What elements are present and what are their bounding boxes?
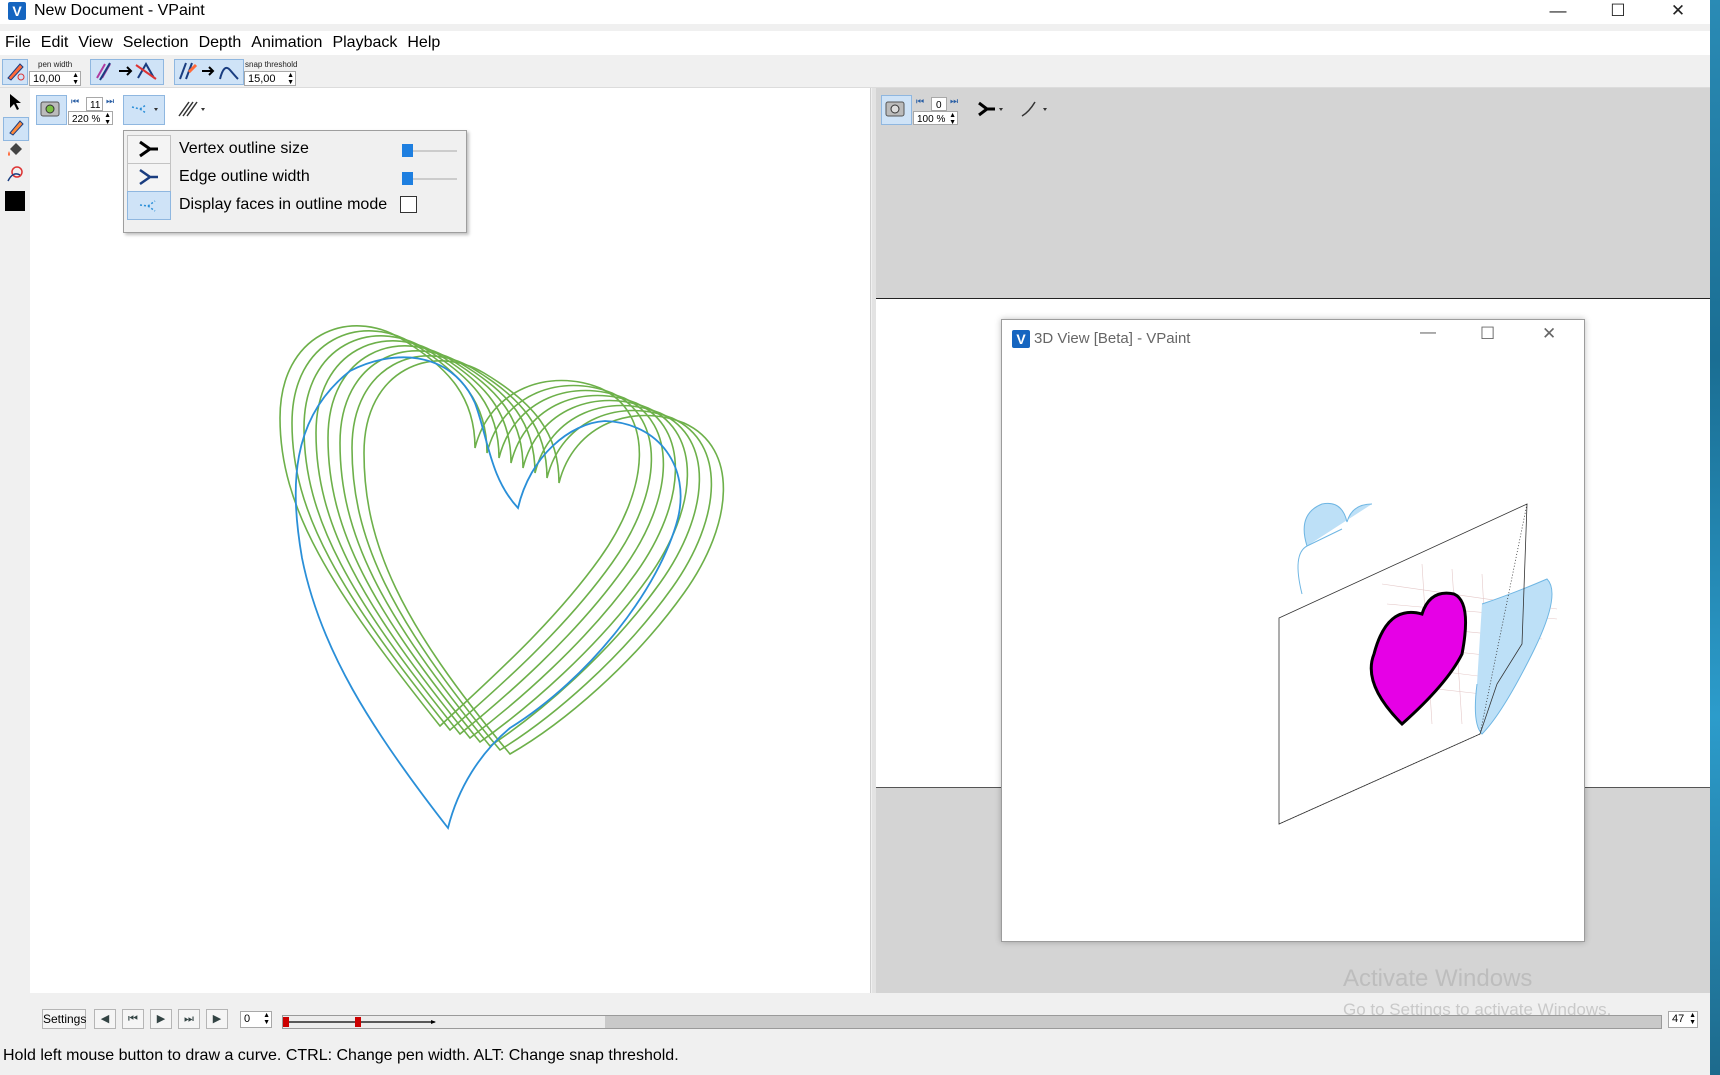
activate-windows-watermark: Activate Windows: [1343, 965, 1533, 992]
vertex-outline-size-thumb[interactable]: [402, 144, 413, 157]
3d-maximize-icon[interactable]: ☐: [1480, 324, 1495, 344]
tool-strip: [0, 88, 30, 993]
display-faces-outline-label: Display faces in outline mode: [179, 196, 388, 213]
menu-bar: File Edit View Selection Depth Animation Playb…: [0, 31, 1710, 55]
menu-depth[interactable]: Depth: [194, 31, 247, 55]
convert-to-tool-button[interactable]: [90, 59, 164, 85]
next-frame-button[interactable]: ⏭: [178, 1009, 200, 1029]
right-next-frame-icon[interactable]: ⏭: [950, 96, 958, 107]
window-title: New Document - VPaint: [34, 2, 205, 19]
pen-width-value: 10,00: [33, 73, 61, 85]
desktop-background: [1710, 0, 1720, 1075]
frame-keys: [283, 1017, 436, 1027]
right-frame-spinbox[interactable]: 0: [931, 97, 947, 111]
paint-bucket-icon[interactable]: [3, 141, 27, 163]
current-frame-value: 0: [244, 1013, 251, 1025]
end-frame-value: 47: [1672, 1013, 1685, 1025]
right-prev-frame-icon[interactable]: ⏮: [916, 96, 924, 107]
pen-width-label: pen width: [38, 60, 73, 69]
right-zoom-spinbox[interactable]: 100 % ▲ ▼: [913, 111, 958, 126]
vertex-outline-size-slider[interactable]: [402, 144, 457, 157]
vertex-outline-size-row: Vertex outline size: [127, 134, 462, 164]
3d-view-window: V 3D View [Beta] - VPaint — ☐ ✕: [1001, 319, 1585, 942]
3d-window-logo-icon: V: [1012, 330, 1030, 348]
menu-selection[interactable]: Selection: [118, 31, 194, 55]
menu-edit[interactable]: Edit: [36, 31, 74, 55]
vertex-outline-size-label: Vertex outline size: [179, 140, 309, 157]
edge-outline-width-row: Edge outline width: [127, 162, 462, 192]
3d-scene: [1278, 502, 1558, 825]
first-frame-button[interactable]: ◀: [94, 1009, 116, 1029]
activate-windows-subtext: Go to Settings to activate Windows.: [1343, 1000, 1612, 1019]
display-faces-outline-row: Display faces in outline mode: [127, 190, 462, 220]
sketch-tool-icon[interactable]: [3, 117, 29, 141]
snap-threshold-label: snap threshold: [245, 60, 298, 69]
pen-width-spinbox[interactable]: 10,00 ▲ ▼: [29, 71, 81, 86]
right-onion-skin-dropdown[interactable]: [1016, 95, 1054, 125]
menu-view[interactable]: View: [73, 31, 117, 55]
display-faces-outline-checkbox[interactable]: [400, 196, 417, 213]
timeline-settings-button[interactable]: Settings: [42, 1009, 86, 1029]
status-bar: Hold left mouse button to draw a curve. …: [0, 1045, 1710, 1071]
vertex-outline-icon: [127, 135, 171, 164]
maximize-icon[interactable]: ☐: [1588, 0, 1648, 24]
end-frame-spinbox[interactable]: 47 ▲ ▼: [1668, 1011, 1698, 1028]
display-mode-popup: Vertex outline size Edge outline width D…: [123, 130, 467, 233]
outline-mode-icon[interactable]: [127, 191, 171, 220]
menu-playback[interactable]: Playback: [327, 31, 402, 55]
close-icon[interactable]: ✕: [1648, 0, 1708, 24]
toolbar: pen width 10,00 ▲ ▼ snap threshold 15,00 ▲ ▼: [0, 56, 1710, 88]
edge-outline-width-slider[interactable]: [402, 172, 457, 185]
snap-threshold-value: 15,00: [248, 73, 276, 85]
right-view-settings-button[interactable]: [881, 95, 912, 125]
right-zoom-value: 100 %: [917, 114, 946, 125]
current-frame-spinbox[interactable]: 0 ▲ ▼: [240, 1011, 272, 1028]
minimize-icon[interactable]: —: [1528, 0, 1588, 24]
menu-help[interactable]: Help: [402, 31, 445, 55]
title-bar: V New Document - VPaint — ☐ ✕: [0, 0, 1720, 24]
right-frame-value: 0: [936, 100, 942, 111]
menu-file[interactable]: File: [0, 31, 36, 55]
3d-close-icon[interactable]: ✕: [1542, 324, 1556, 344]
app-logo-icon: V: [8, 2, 26, 20]
play-button[interactable]: ▶: [150, 1009, 172, 1029]
sketch-to-curve-button[interactable]: [174, 59, 244, 85]
right-display-mode-dropdown[interactable]: [972, 95, 1010, 125]
snap-threshold-spinbox[interactable]: 15,00 ▲ ▼: [244, 71, 296, 86]
3d-minimize-icon[interactable]: —: [1420, 324, 1436, 342]
magenta-heart: [1369, 591, 1468, 727]
onion-skin-hearts: [279, 325, 725, 756]
sculpt-tool-icon[interactable]: [3, 165, 27, 187]
edge-outline-icon: [127, 163, 171, 192]
last-frame-button[interactable]: ▶: [206, 1009, 228, 1029]
edge-outline-width-thumb[interactable]: [402, 172, 413, 185]
3d-window-title: 3D View [Beta] - VPaint: [1034, 330, 1191, 347]
prev-frame-button[interactable]: ⏮: [122, 1009, 144, 1029]
color-swatch[interactable]: [3, 190, 27, 212]
select-tool-icon[interactable]: [3, 93, 27, 115]
pen-width-icon[interactable]: [2, 59, 28, 85]
edge-outline-width-label: Edge outline width: [179, 168, 310, 185]
menu-animation[interactable]: Animation: [246, 31, 327, 55]
